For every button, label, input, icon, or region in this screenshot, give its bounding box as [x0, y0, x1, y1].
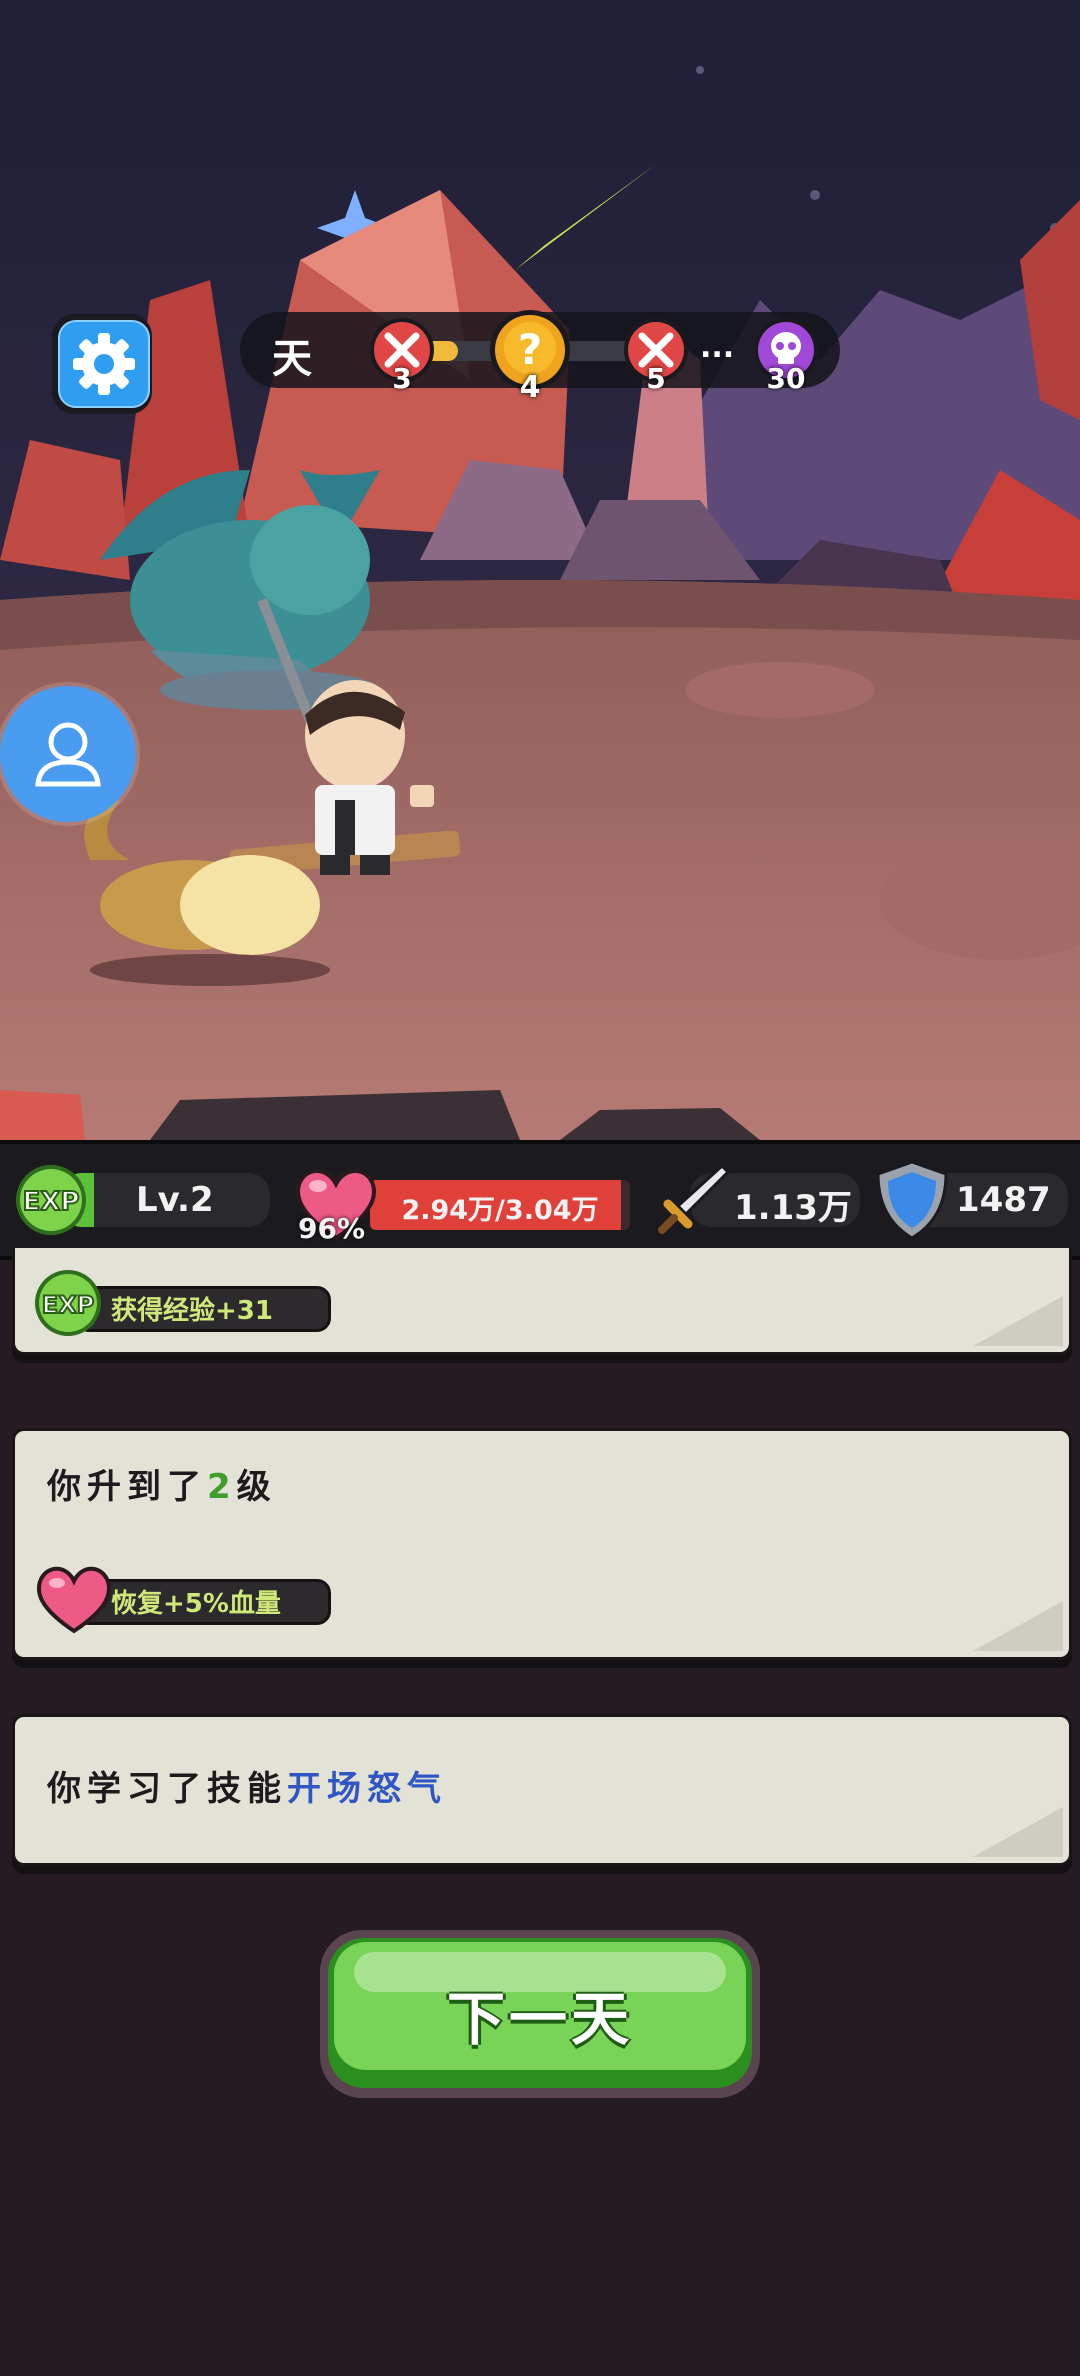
stage-number: 3 [392, 362, 412, 395]
user-icon [35, 722, 101, 787]
exp-icon: EXP [16, 1165, 86, 1235]
shield-icon [876, 1160, 948, 1240]
exp-reward-text: 获得经验+31 [111, 1296, 273, 1326]
exp-icon: EXP [35, 1270, 101, 1336]
gear-icon [73, 333, 135, 395]
level-up-value: 2 [207, 1467, 237, 1507]
stage-node-battle-3[interactable]: 3 [368, 316, 436, 395]
log-card-level-up: 你升到了2级 恢复+5%血量 [12, 1428, 1072, 1660]
card-corner-decoration [973, 1807, 1063, 1857]
stage-node-battle-5[interactable]: 5 [622, 316, 690, 395]
log-card-skill: 你学习了技能开场怒气 [12, 1714, 1072, 1866]
sword-icon [658, 1163, 731, 1234]
profile-button[interactable] [0, 686, 136, 822]
stage-number: 30 [766, 362, 806, 395]
settings-button[interactable] [52, 314, 152, 414]
level-up-suffix: 级 [236, 1467, 277, 1507]
heal-reward-text: 恢复+5%血量 [111, 1589, 281, 1619]
defense-value: 1487 [956, 1180, 1051, 1220]
skill-name: 开场怒气 [287, 1769, 447, 1809]
card-corner-decoration [973, 1601, 1063, 1651]
hp-percent: 96% [298, 1212, 366, 1245]
level-up-message: 你升到了2级 [47, 1459, 277, 1508]
next-day-label: 下一天 [446, 1985, 633, 2053]
player-stats-bar: EXP Lv.2 2.94万/3.04万 96% 1.13万 1487 [0, 1140, 1080, 1260]
skill-learned-prefix: 你学习了技能 [47, 1769, 287, 1809]
stage-node-boss-30[interactable]: 30 [752, 316, 820, 395]
svg-text:EXP: EXP [23, 1187, 80, 1217]
attack-value: 1.13万 [734, 1188, 852, 1228]
battle-background [0, 0, 1080, 1140]
skill-learned-message: 你学习了技能开场怒气 [47, 1761, 447, 1810]
heart-icon [36, 1566, 112, 1634]
stage-ellipsis: ... [700, 330, 735, 365]
level-up-prefix: 你升到了 [47, 1467, 207, 1507]
day-label: 天 [272, 336, 312, 382]
stage-node-mystery-4[interactable]: ? 4 [488, 308, 572, 405]
log-card-exp: EXP 获得经验+31 [12, 1248, 1072, 1355]
battle-scene: 天 3 ? 4 5 ... 30 [0, 0, 1080, 1140]
level-label: Lv.2 [136, 1180, 214, 1220]
stage-number: 5 [646, 362, 666, 395]
svg-text:?: ? [518, 325, 542, 374]
card-corner-decoration [973, 1296, 1063, 1346]
stage-number: 4 [519, 370, 541, 405]
next-day-button[interactable]: 下一天 [320, 1930, 760, 2098]
svg-text:EXP: EXP [42, 1291, 95, 1319]
hp-text: 2.94万/3.04万 [401, 1195, 599, 1226]
